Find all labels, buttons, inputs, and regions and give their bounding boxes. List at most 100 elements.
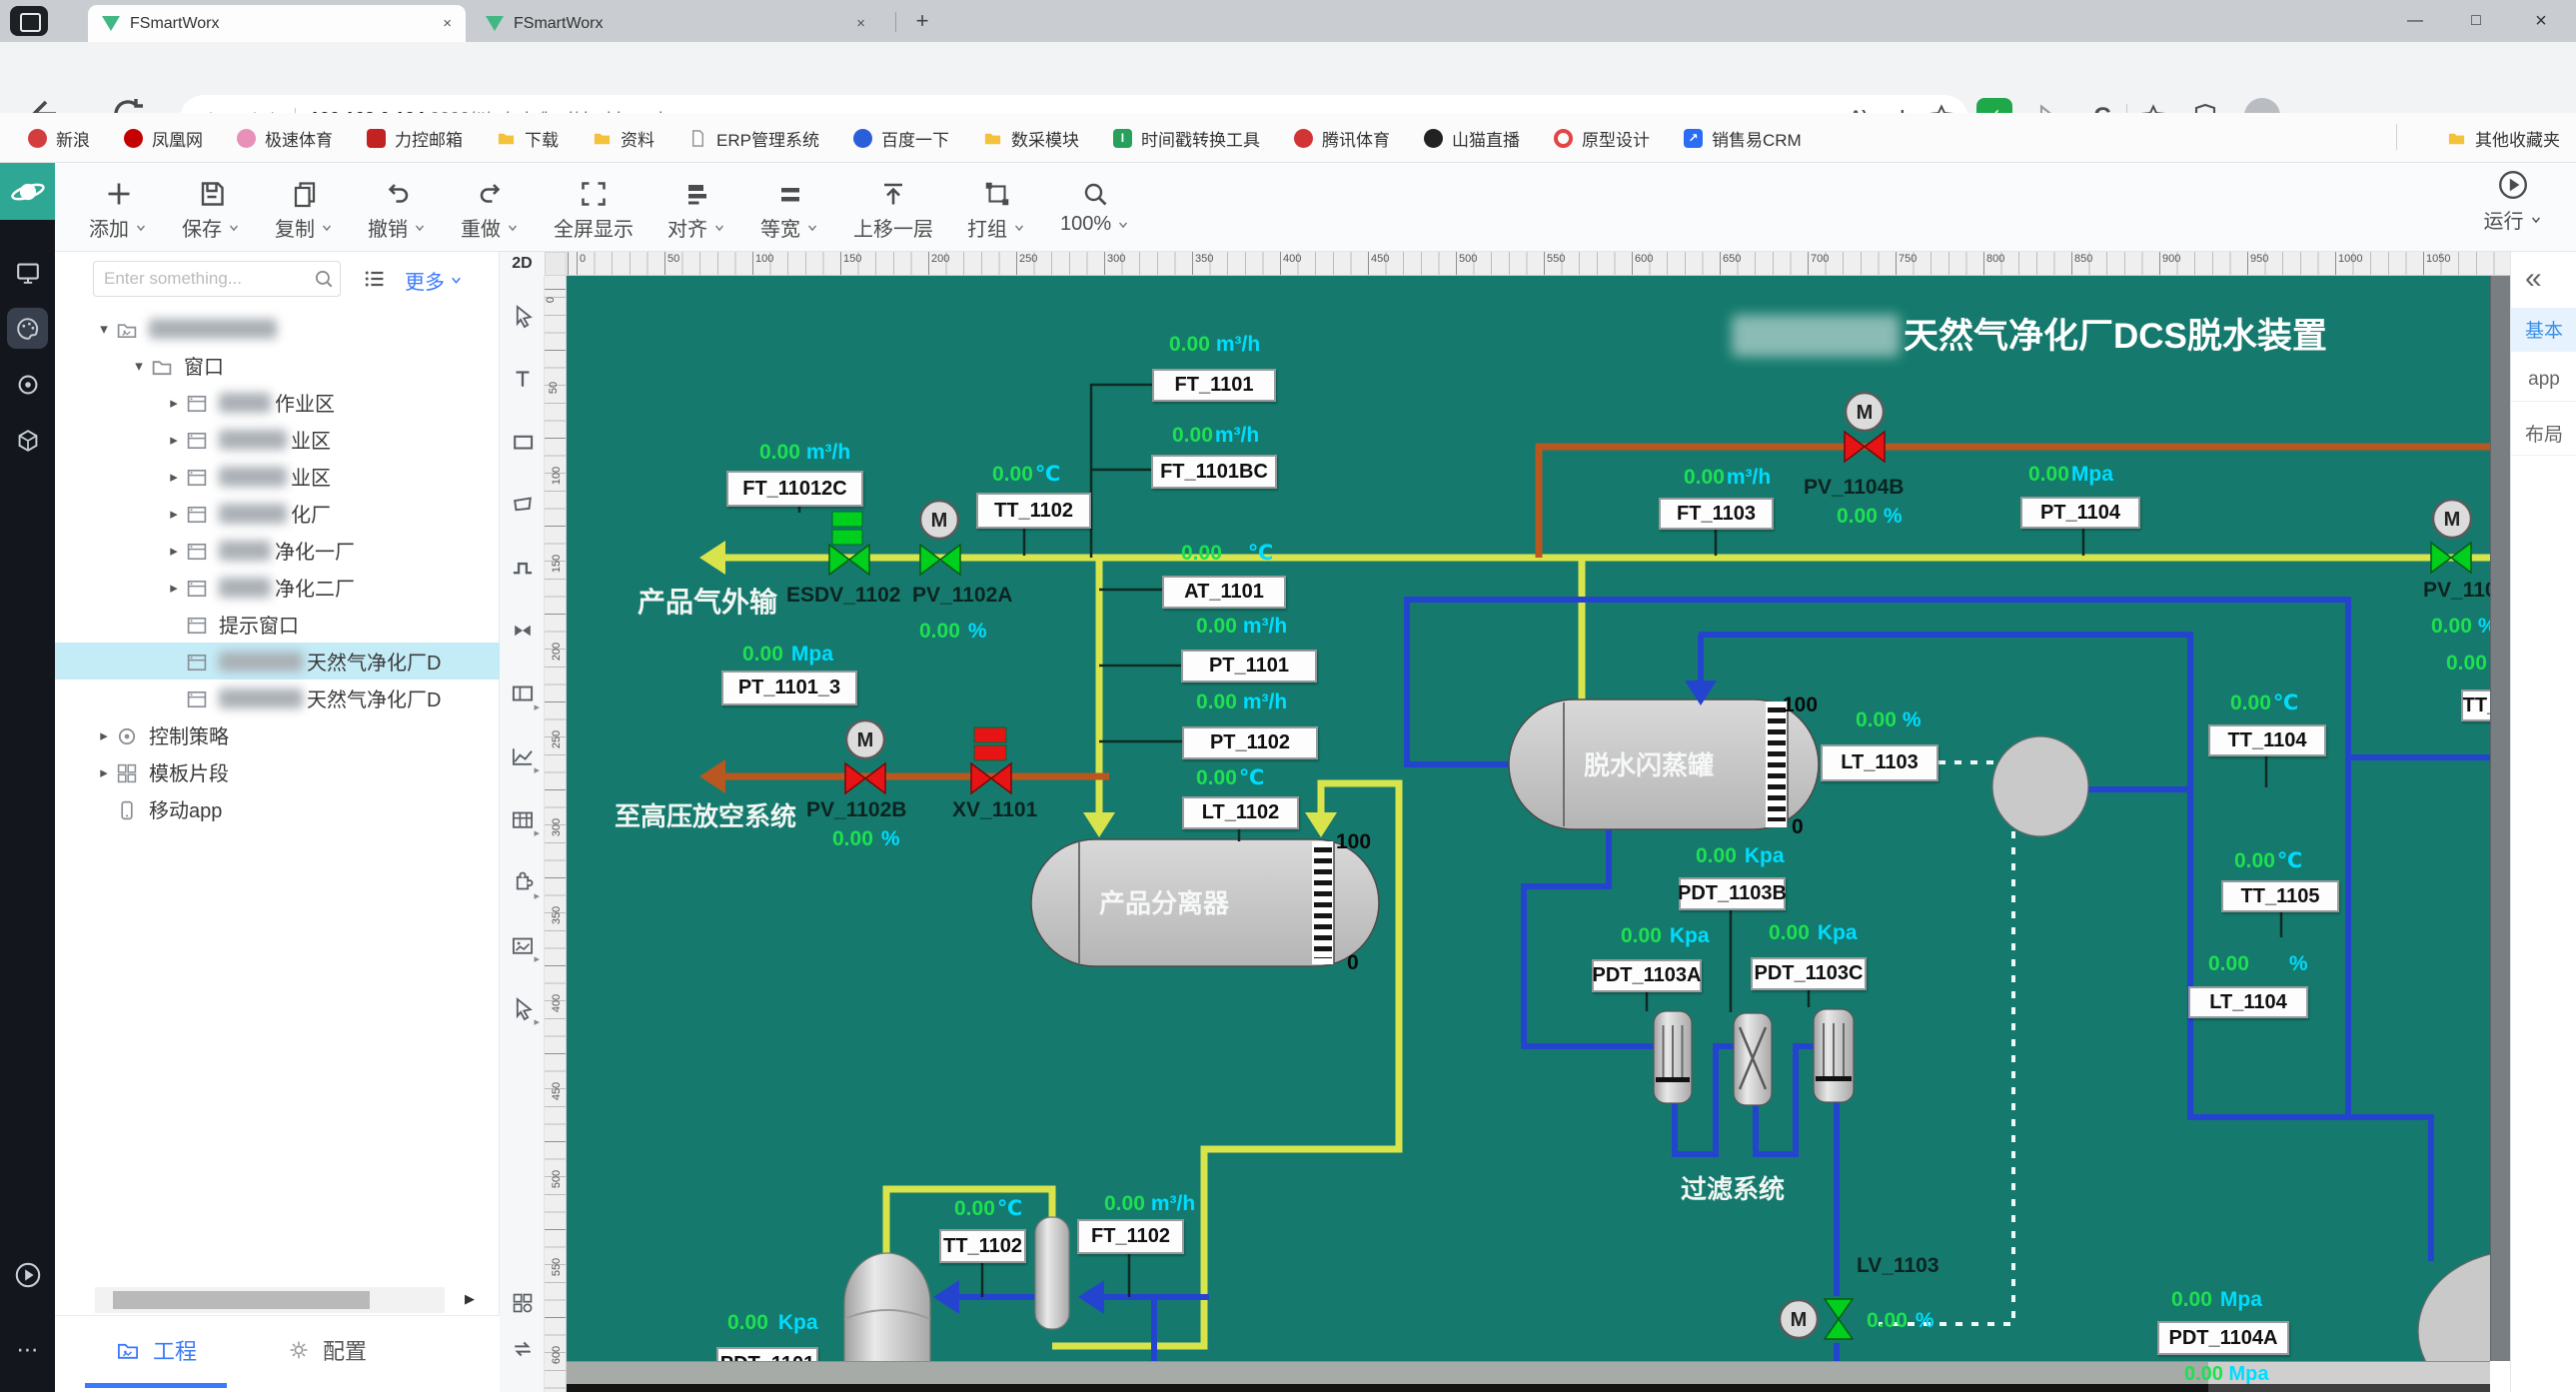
bookmark-item[interactable]: 力控邮箱	[367, 126, 463, 151]
instrument-tag-PDT_1104A[interactable]: PDT_1104A	[2157, 1321, 2289, 1355]
rail-item-model-3d[interactable]	[7, 420, 48, 461]
tree-item-模板片段[interactable]: ▸模板片段	[55, 753, 500, 790]
instrument-tag-PDT_1103B[interactable]: PDT_1103B	[1679, 877, 1786, 910]
tab-close-icon[interactable]: ×	[856, 15, 865, 32]
toolbar-button-save[interactable]: 保存	[182, 169, 241, 242]
instrument-tag-LT_1103[interactable]: LT_1103	[1821, 744, 1938, 781]
bookmark-item[interactable]: 百度一下	[853, 126, 949, 151]
instrument-tag-FT_11012C[interactable]: FT_11012C	[726, 471, 863, 507]
browser-tab-active[interactable]: FSmartWorx ×	[88, 5, 466, 42]
instrument-tag-AT_1101[interactable]: AT_1101	[1162, 576, 1286, 609]
toolstrip-chart-tool[interactable]: ▸	[505, 736, 540, 776]
tree-caret-icon[interactable]: ▸	[93, 763, 115, 781]
bookmark-item[interactable]: 数采模块	[983, 126, 1079, 151]
tree-item-移动app[interactable]: 移动app	[55, 790, 500, 827]
tree-caret-icon[interactable]: ▸	[163, 542, 185, 560]
instrument-tag-PT_1102[interactable]: PT_1102	[1182, 726, 1318, 759]
toolbar-button-full[interactable]: 全屏显示	[554, 169, 634, 242]
bookmark-item[interactable]: ↗销售易CRM	[1684, 126, 1802, 151]
bookmark-item[interactable]: 下载	[497, 126, 559, 151]
scroll-right-arrow[interactable]: ▶	[465, 1291, 475, 1307]
tree-caret-icon[interactable]: ▾	[128, 357, 150, 375]
bookmark-item[interactable]: 山猫直播	[1424, 126, 1520, 151]
tree-item-净化二厂[interactable]: ▸净化二厂	[55, 569, 500, 606]
bookmark-item[interactable]: I时间戳转换工具	[1113, 126, 1260, 151]
tree-item-提示窗口[interactable]: 提示窗口	[55, 606, 500, 643]
tree-item-天然气净化厂D[interactable]: 天然气净化厂D	[55, 680, 500, 716]
instrument-tag-PDT_1101[interactable]: PDT_1101	[716, 1347, 818, 1361]
list-view-icon[interactable]	[363, 267, 387, 291]
toolstrip-swap[interactable]	[505, 1329, 540, 1369]
app-logo[interactable]	[0, 163, 55, 220]
toolbar-button-zoom[interactable]: 100%	[1060, 169, 1130, 242]
toolbar-button-moveup[interactable]: 上移一层	[853, 169, 933, 242]
toolbar-button-group[interactable]: 打组	[967, 169, 1026, 242]
instrument-tag-TT_1105[interactable]: TT_1105	[2221, 880, 2339, 912]
toolstrip-table-tool[interactable]: ▸	[505, 799, 540, 839]
toolstrip-panel-tool[interactable]: ▸	[505, 674, 540, 713]
bookmark-item[interactable]: 资料	[593, 126, 654, 151]
toolstrip-valve-tool[interactable]	[505, 611, 540, 651]
tree-item-天然气净化厂D[interactable]: 天然气净化厂D	[55, 643, 500, 680]
toolstrip-select-tool[interactable]	[505, 296, 540, 336]
toolbar-button-copy[interactable]: 复制	[275, 169, 334, 242]
tree-item-净化一厂[interactable]: ▸净化一厂	[55, 532, 500, 569]
bookmark-item[interactable]: 凤凰网	[124, 126, 203, 151]
toolstrip-text-tool[interactable]	[505, 359, 540, 399]
bookmark-item[interactable]: 腾讯体育	[1294, 126, 1390, 151]
rail-item-screens[interactable]	[7, 252, 48, 293]
new-tab-button[interactable]: +	[907, 8, 937, 36]
tree-caret-icon[interactable]: ▸	[163, 579, 185, 597]
toolstrip-polygon-tool[interactable]	[505, 485, 540, 525]
tree-item-化厂[interactable]: ▸化厂	[55, 495, 500, 532]
toolstrip-pointer-tool[interactable]: ▸	[505, 988, 540, 1028]
toolbar-button-redo[interactable]: 重做	[461, 169, 520, 242]
tab-layout[interactable]: 布局	[2511, 412, 2576, 456]
tree-caret-icon[interactable]: ▸	[163, 431, 185, 449]
instrument-tag-FT_1101[interactable]: FT_1101	[1152, 369, 1276, 402]
tab-app[interactable]: app	[2511, 358, 2576, 402]
bookmark-other-favorites[interactable]: 其他收藏夹	[2447, 113, 2560, 163]
instrument-tag-PT_1104[interactable]: PT_1104	[2020, 497, 2140, 529]
instrument-tag-FT_1103[interactable]: FT_1103	[1659, 498, 1774, 530]
toolstrip-widget-tool[interactable]: ▸	[505, 862, 540, 902]
tree-caret-icon[interactable]: ▸	[163, 505, 185, 523]
rail-run-icon[interactable]	[7, 1254, 48, 1295]
toolstrip-components[interactable]	[505, 1283, 540, 1323]
instrument-tag-TT_11[interactable]: TT_11	[2461, 690, 2490, 721]
rail-item-monitoring[interactable]	[7, 364, 48, 405]
instrument-tag-TT_1102[interactable]: TT_1102	[976, 493, 1091, 529]
tree-item[interactable]: ▾	[55, 310, 500, 347]
instrument-tag-FT_1101BC[interactable]: FT_1101BC	[1151, 455, 1277, 489]
canvas-vertical-scrollbar[interactable]	[2490, 276, 2510, 1361]
run-button[interactable]: 运行	[2468, 169, 2558, 234]
bookmark-item[interactable]: ERP管理系统	[688, 126, 819, 151]
panel-horizontal-scrollbar[interactable]	[95, 1287, 445, 1313]
window-maximize-button[interactable]: □	[2453, 8, 2499, 36]
tab-basic[interactable]: 基本	[2511, 308, 2576, 352]
collapse-panel-icon[interactable]: «	[2525, 262, 2542, 296]
tab-close-icon[interactable]: ×	[443, 15, 452, 32]
tree-item-控制策略[interactable]: ▸控制策略	[55, 716, 500, 753]
toolbar-button-undo[interactable]: 撤销	[368, 169, 427, 242]
search-icon[interactable]	[313, 268, 335, 290]
tree-caret-icon[interactable]: ▾	[93, 320, 115, 338]
tab-project[interactable]: 工程	[115, 1334, 197, 1366]
instrument-tag-TT_1104[interactable]: TT_1104	[2208, 724, 2326, 756]
bookmark-item[interactable]: 原型设计	[1554, 126, 1650, 151]
tree-item-作业区[interactable]: ▸作业区	[55, 384, 500, 421]
browser-tab-inactive[interactable]: FSmartWorx ×	[472, 5, 879, 42]
tree-caret-icon[interactable]: ▸	[163, 468, 185, 486]
search-input[interactable]	[93, 261, 341, 297]
more-button[interactable]: 更多	[405, 266, 464, 295]
instrument-tag-TT_1102[interactable]: TT_1102	[939, 1229, 1026, 1263]
tab-config[interactable]: 配置	[287, 1334, 367, 1366]
bookmark-item[interactable]: 极速体育	[237, 126, 333, 151]
instrument-tag-PT_1101[interactable]: PT_1101	[1181, 650, 1317, 683]
bookmark-item[interactable]: 新浪	[28, 126, 90, 151]
scrollbar-thumb[interactable]	[113, 1291, 370, 1309]
toolbar-button-plus[interactable]: 添加	[89, 169, 148, 242]
tree-caret-icon[interactable]: ▸	[163, 394, 185, 412]
instrument-tag-LT_1104[interactable]: LT_1104	[2188, 986, 2308, 1018]
browser-workspaces-icon[interactable]	[10, 6, 48, 36]
